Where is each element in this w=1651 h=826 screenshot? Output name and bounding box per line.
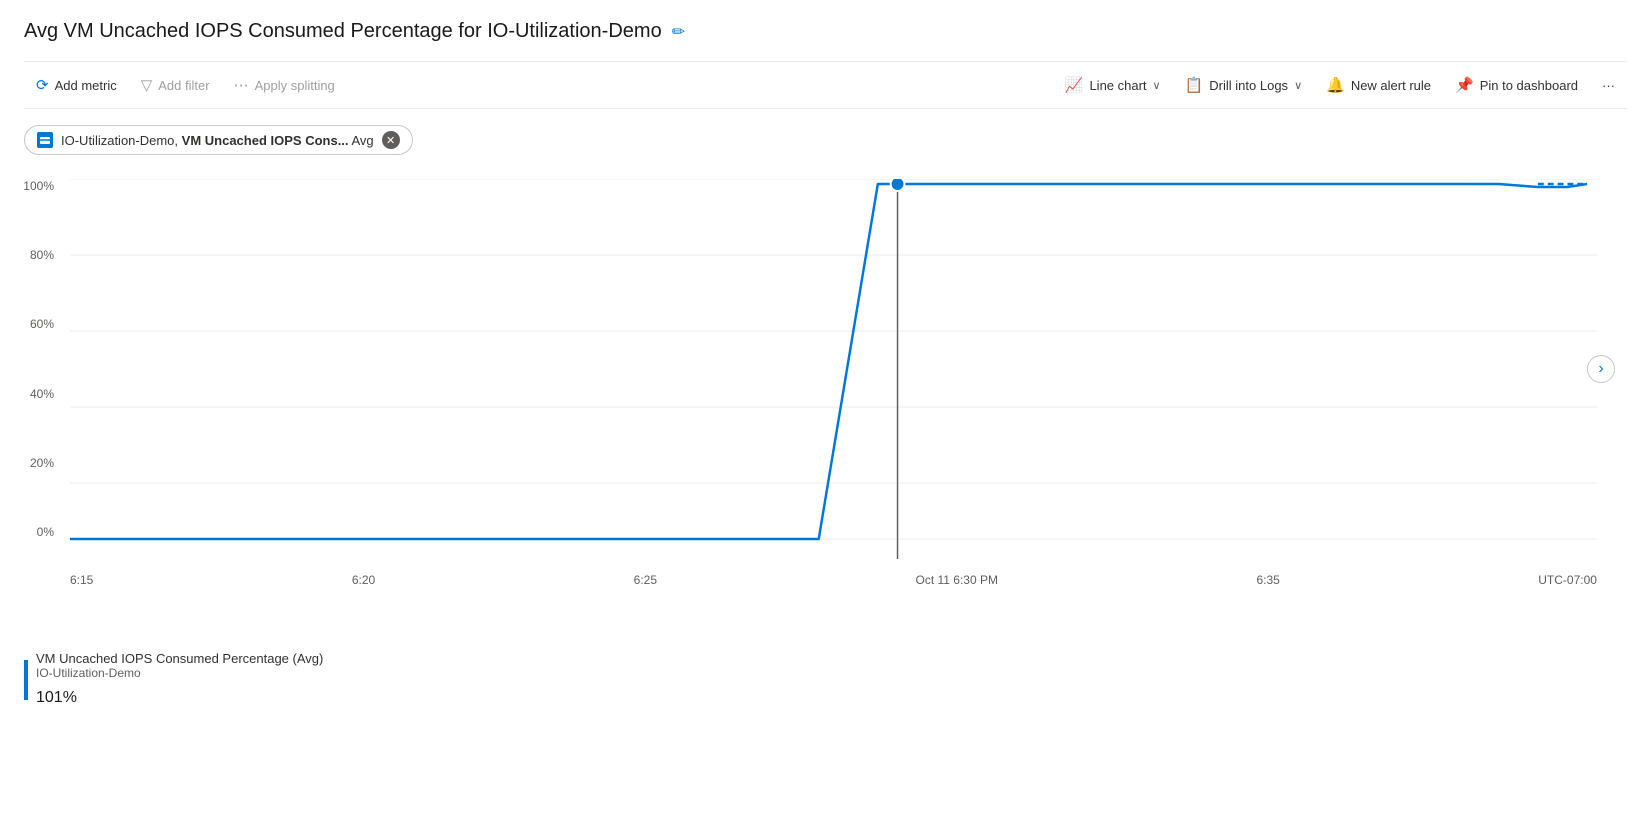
legend-unit: % xyxy=(63,689,77,706)
y-label-20: 20% xyxy=(30,456,62,470)
add-metric-button[interactable]: ⟳ Add metric xyxy=(24,70,129,100)
add-filter-button[interactable]: ▽ Add filter xyxy=(129,70,222,100)
metric-pill-icon xyxy=(37,132,53,148)
x-label-630: Oct 11 6:30 PM xyxy=(915,573,997,587)
line-chart-button[interactable]: 📈 Line chart ∨ xyxy=(1053,70,1173,100)
metric-pill-metric: VM Uncached IOPS Cons... xyxy=(182,133,349,148)
line-chart-label: Line chart xyxy=(1089,78,1146,93)
page-title: Avg VM Uncached IOPS Consumed Percentage… xyxy=(24,20,662,43)
line-chart-chevron: ∨ xyxy=(1153,79,1161,92)
new-alert-rule-button[interactable]: 🔔 New alert rule xyxy=(1314,70,1443,100)
metric-pill: IO-Utilization-Demo, VM Uncached IOPS Co… xyxy=(24,125,413,155)
add-metric-label: Add metric xyxy=(55,78,117,93)
line-chart-icon: 📈 xyxy=(1065,76,1084,94)
apply-splitting-button[interactable]: ⋯ Apply splitting xyxy=(222,70,347,100)
alert-rule-icon: 🔔 xyxy=(1326,76,1345,94)
y-label-60: 60% xyxy=(30,317,62,331)
pin-to-dashboard-button[interactable]: 📌 Pin to dashboard xyxy=(1443,70,1590,100)
drill-logs-icon: 📋 xyxy=(1185,76,1204,94)
pin-to-dashboard-label: Pin to dashboard xyxy=(1480,78,1578,93)
y-axis: 100% 80% 60% 40% 20% 0% xyxy=(24,179,70,539)
legend-title: VM Uncached IOPS Consumed Percentage (Av… xyxy=(36,651,323,666)
apply-splitting-icon: ⋯ xyxy=(234,76,249,94)
toolbar: ⟳ Add metric ▽ Add filter ⋯ Apply splitt… xyxy=(24,61,1627,109)
metric-pill-aggregation: Avg xyxy=(351,133,373,148)
drill-into-logs-button[interactable]: 📋 Drill into Logs ∨ xyxy=(1173,70,1315,100)
metric-pill-resource: IO-Utilization-Demo, xyxy=(61,133,178,148)
edit-icon[interactable]: ✏ xyxy=(672,22,685,42)
chart-area: 100% 80% 60% 40% 20% 0% xyxy=(24,179,1627,599)
legend-color-bar xyxy=(24,660,28,700)
x-label-615: 6:15 xyxy=(70,573,93,587)
pin-icon: 📌 xyxy=(1455,76,1474,94)
more-options-button[interactable]: ··· xyxy=(1590,72,1627,99)
add-filter-label: Add filter xyxy=(158,78,209,93)
y-label-100: 100% xyxy=(23,179,62,193)
add-filter-icon: ▽ xyxy=(141,76,153,94)
x-axis: 6:15 6:20 6:25 Oct 11 6:30 PM 6:35 UTC-0… xyxy=(70,573,1597,587)
metric-pill-close-button[interactable]: ✕ xyxy=(382,131,400,149)
y-label-0: 0% xyxy=(37,525,62,539)
toolbar-right: 📈 Line chart ∨ 📋 Drill into Logs ∨ 🔔 New… xyxy=(1053,70,1627,100)
apply-splitting-label: Apply splitting xyxy=(255,78,335,93)
more-options-label: ··· xyxy=(1602,78,1615,93)
drill-logs-chevron: ∨ xyxy=(1294,79,1302,92)
metric-pill-label: IO-Utilization-Demo, VM Uncached IOPS Co… xyxy=(61,133,374,148)
legend-subtitle: IO-Utilization-Demo xyxy=(36,666,323,680)
page: Avg VM Uncached IOPS Consumed Percentage… xyxy=(0,0,1651,826)
x-label-utc: UTC-07:00 xyxy=(1538,573,1597,587)
x-label-625: 6:25 xyxy=(634,573,657,587)
y-label-40: 40% xyxy=(30,387,62,401)
legend-item: VM Uncached IOPS Consumed Percentage (Av… xyxy=(24,651,1627,708)
drill-into-logs-label: Drill into Logs xyxy=(1209,78,1288,93)
x-label-635: 6:35 xyxy=(1256,573,1279,587)
add-metric-icon: ⟳ xyxy=(36,76,49,94)
expand-chart-button[interactable]: › xyxy=(1587,355,1615,383)
legend-value: 101% xyxy=(36,682,323,708)
chart-svg xyxy=(70,179,1597,559)
y-label-80: 80% xyxy=(30,248,62,262)
x-label-620: 6:20 xyxy=(352,573,375,587)
legend-text: VM Uncached IOPS Consumed Percentage (Av… xyxy=(36,651,323,708)
new-alert-rule-label: New alert rule xyxy=(1351,78,1431,93)
title-row: Avg VM Uncached IOPS Consumed Percentage… xyxy=(24,20,1627,43)
legend: VM Uncached IOPS Consumed Percentage (Av… xyxy=(24,651,1627,708)
legend-number: 101 xyxy=(36,689,63,706)
